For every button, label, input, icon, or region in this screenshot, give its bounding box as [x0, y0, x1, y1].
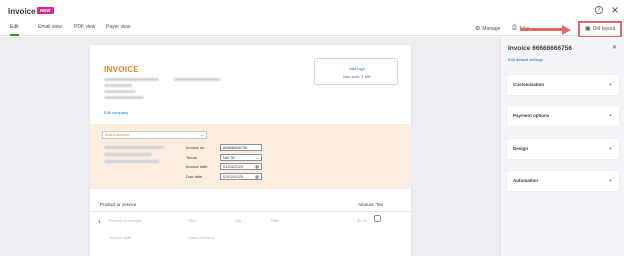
company-email-blurred: [174, 78, 220, 81]
product-column-header: Product or service: [100, 202, 137, 207]
manage-label: Manage: [482, 25, 501, 32]
add-logo-link[interactable]: Add logo: [315, 66, 399, 71]
tab-email-view[interactable]: Email view: [38, 24, 62, 36]
chevron-down-icon: ⌄: [255, 155, 259, 160]
billing-info-blurred: [104, 160, 159, 163]
invoice-no-label: Invoice no.: [186, 145, 206, 150]
section-label: Payment options: [513, 113, 550, 118]
printer-icon: ⎙: [512, 25, 517, 31]
customization-section[interactable]: Customization ⌄: [507, 75, 619, 95]
company-address-blurred: [104, 84, 132, 87]
design-section[interactable]: Design ⌄: [507, 139, 619, 159]
company-address-blurred: [104, 90, 136, 93]
tab-edit[interactable]: Edit: [10, 24, 19, 36]
terms-value: Net 30: [223, 155, 235, 160]
due-date-label: Due date: [186, 174, 203, 179]
amount-column-header: Amount: [358, 202, 374, 207]
old-layout-highlight: [578, 21, 622, 38]
edit-default-settings-link[interactable]: Edit default settings: [508, 57, 543, 62]
terms-select[interactable]: Net 30 ⌄: [220, 154, 262, 161]
due-date-value: 02/02/2023: [223, 174, 244, 179]
qty-input[interactable]: Qty: [235, 218, 241, 223]
invoice-heading: INVOICE: [104, 65, 139, 74]
tax-checkbox[interactable]: [374, 215, 381, 222]
product-input[interactable]: Product or service: [109, 218, 141, 223]
chevron-down-icon: ⌄: [607, 81, 613, 87]
company-name-blurred: [104, 78, 159, 81]
section-label: Design: [513, 146, 529, 151]
invoice-date-input[interactable]: 01/03/2023 ▦: [220, 163, 262, 170]
sku-input[interactable]: SKU: [188, 218, 196, 223]
chevron-down-icon: ⌄: [607, 177, 613, 183]
invoice-document: INVOICE Edit company Add logo Max size: …: [90, 45, 411, 256]
service-date-input[interactable]: Service date: [109, 235, 131, 240]
tax-column-header: Tax: [376, 202, 384, 207]
gear-icon: ⚙: [475, 26, 481, 32]
billing-info-blurred: [104, 146, 164, 149]
class-input[interactable]: Class (hidden): [188, 235, 214, 240]
app-title: Invoice: [8, 7, 36, 16]
calendar-icon[interactable]: ▦: [255, 164, 259, 169]
close-icon[interactable]: ✕: [612, 44, 617, 51]
chevron-down-icon: ⌄: [200, 132, 204, 137]
annotation-arrow-line: [520, 28, 564, 31]
help-circle-icon[interactable]: ?: [594, 5, 604, 15]
logo-size-hint: Max size: 1 MB: [343, 74, 371, 79]
svg-text:?: ?: [598, 8, 601, 14]
close-icon[interactable]: [610, 5, 620, 15]
terms-label: Terms: [186, 155, 197, 160]
due-date-input[interactable]: 02/02/2023 ▦: [220, 173, 262, 180]
billing-info-blurred: [104, 153, 152, 156]
line-items-header: Product or service Amount Tax: [90, 198, 411, 212]
logo-upload-box[interactable]: Add logo Max size: 1 MB: [314, 58, 398, 85]
automation-section[interactable]: Automation ⌄: [507, 171, 619, 191]
edit-company-link[interactable]: Edit company: [104, 110, 128, 115]
calendar-icon[interactable]: ▦: [255, 174, 259, 179]
chevron-down-icon: ⌄: [607, 112, 613, 118]
customer-placeholder: Add customer: [105, 132, 130, 137]
new-badge: NEW: [37, 7, 54, 14]
section-label: Automation: [513, 178, 538, 183]
invoice-no-input[interactable]: 66666666756: [220, 144, 262, 151]
rate-input[interactable]: Rate: [271, 218, 279, 223]
customer-select[interactable]: Add customer ⌄: [102, 131, 207, 139]
amount-input: $0.00: [357, 218, 368, 223]
invoice-no-value: 66666666756: [223, 145, 248, 150]
panel-title: Invoice 66666666756: [508, 45, 572, 52]
tab-payer-view[interactable]: Payer view: [106, 24, 130, 36]
tab-pdf-view[interactable]: PDF view: [74, 24, 95, 36]
annotation-arrow-head: [562, 25, 571, 35]
manage-button[interactable]: ⚙ Manage: [475, 25, 501, 33]
line-number: 1: [98, 219, 101, 224]
section-label: Customization: [513, 82, 544, 87]
settings-panel: Invoice 66666666756 ✕ Edit default setti…: [500, 37, 624, 256]
top-bar: Invoice NEW ?: [0, 0, 624, 20]
company-address-blurred: [104, 96, 144, 99]
customer-section: Add customer ⌄ Invoice no. 66666666756 T…: [90, 124, 411, 189]
invoice-date-value: 01/03/2023: [223, 164, 244, 169]
invoice-date-label: Invoice date: [186, 164, 208, 169]
chevron-down-icon: ⌄: [607, 145, 613, 151]
payment-options-section[interactable]: Payment options ⌄: [507, 106, 619, 126]
